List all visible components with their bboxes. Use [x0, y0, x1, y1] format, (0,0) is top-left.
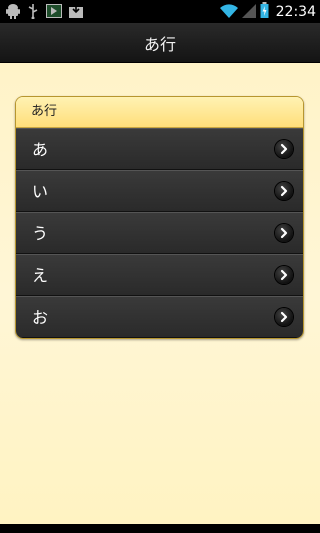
battery-icon — [260, 2, 269, 22]
list-item[interactable]: あ — [16, 128, 303, 170]
chevron-right-icon — [275, 140, 293, 158]
list-item-label: あ — [32, 140, 49, 159]
action-bar: あ行 — [0, 23, 320, 63]
list-item[interactable]: え — [16, 254, 303, 296]
signal-icon — [241, 3, 256, 22]
clock: 22:34 — [275, 4, 316, 20]
list-item-label: え — [32, 266, 49, 285]
download-icon — [69, 4, 83, 18]
chevron-right-icon — [275, 266, 293, 284]
wifi-icon — [219, 3, 238, 22]
media-icon — [46, 4, 62, 18]
list-item[interactable]: う — [16, 212, 303, 254]
list-item-label: お — [32, 308, 49, 327]
list-item-label: う — [32, 224, 49, 243]
chevron-right-icon — [275, 182, 293, 200]
list-header: あ行 — [16, 97, 303, 128]
bottom-bar — [0, 524, 320, 533]
list-item[interactable]: い — [16, 170, 303, 212]
chevron-right-icon — [275, 224, 293, 242]
list-item[interactable]: お — [16, 296, 303, 338]
android-icon — [6, 3, 20, 19]
status-bar: 22:34 — [0, 0, 320, 23]
list-card: あ行 あ い う え お — [15, 96, 304, 339]
list-item-label: い — [32, 182, 49, 201]
page-title: あ行 — [143, 34, 176, 54]
chevron-right-icon — [275, 308, 293, 326]
content-area: あ行 あ い う え お — [0, 63, 320, 524]
usb-icon — [27, 3, 39, 19]
